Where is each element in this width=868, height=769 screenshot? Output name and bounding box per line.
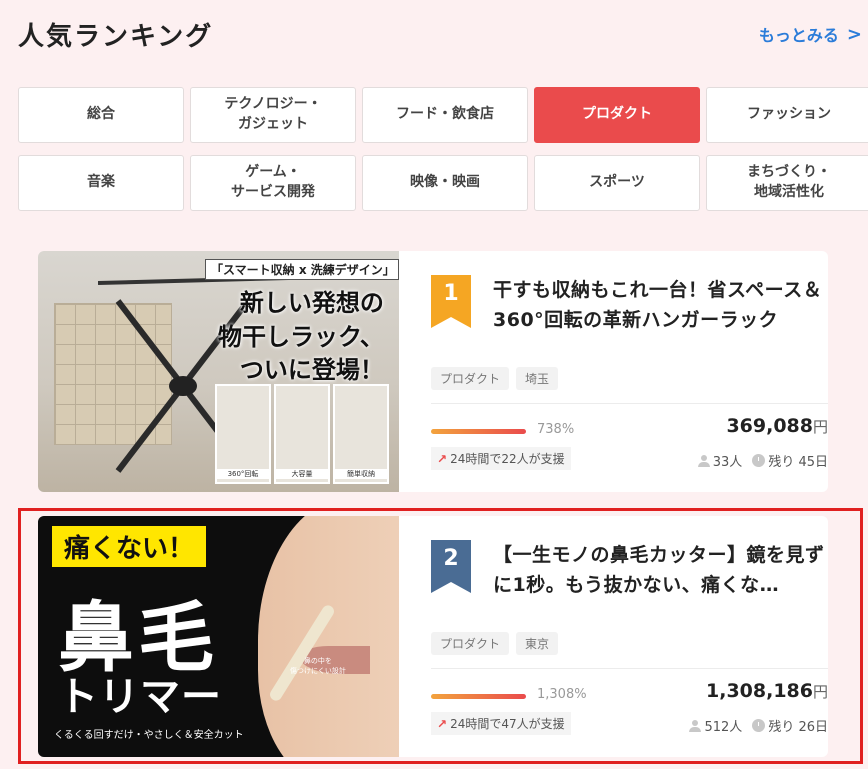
rank-badge: 2 xyxy=(431,540,471,593)
clock-icon xyxy=(752,719,766,732)
ranking-header: 人気ランキング もっとみる > xyxy=(0,0,868,64)
person-icon xyxy=(689,719,702,732)
project-thumbnail[interactable]: 痛くない！ 鼻毛 トリマー 鼻の中を 傷つけにくい設計 くるくる回すだけ・やさし… xyxy=(38,516,399,757)
support-badge: ↗ 24時間で47人が支援 xyxy=(431,712,571,735)
tab-video-film[interactable]: 映像・映画 xyxy=(362,155,528,211)
funding-amount: 1,308,186円 xyxy=(706,680,828,702)
project-tags: プロダクト 東京 xyxy=(431,632,559,655)
project-info: 2 【一生モノの鼻毛カッター】鏡を見ずに1秒。もう抜かない、痛くな… プロダクト… xyxy=(431,516,828,757)
funding-amount: 369,088円 xyxy=(726,415,828,437)
thumbnail-headline: 新しい発想の 物干しラック、 ついに登場！ xyxy=(218,289,384,385)
see-more-label: もっとみる xyxy=(758,26,839,45)
project-card[interactable]: 痛くない！ 鼻毛 トリマー 鼻の中を 傷つけにくい設計 くるくる回すだけ・やさし… xyxy=(38,516,828,757)
see-more-link[interactable]: もっとみる > xyxy=(759,22,862,46)
thumbnail-note: 鼻の中を 傷つけにくい設計 xyxy=(290,657,346,675)
support-badge: ↗ 24時間で22人が支援 xyxy=(431,447,571,470)
thumbnail-feature: 360°回転 xyxy=(215,384,271,484)
trending-up-icon: ↗ xyxy=(437,716,448,731)
rank-number: 2 xyxy=(443,546,459,571)
project-title[interactable]: 干すも収納もこれ一台！省スペース＆360°回転の革新ハンガーラック xyxy=(493,275,828,336)
thumbnail-tagline: 痛くない！ xyxy=(52,526,207,567)
tab-game-service[interactable]: ゲーム・ サービス開発 xyxy=(190,155,356,211)
progress-bar xyxy=(431,694,526,699)
tab-product[interactable]: プロダクト xyxy=(534,87,700,143)
page-title: 人気ランキング xyxy=(18,22,214,52)
project-stats: 512人 残り 26日 xyxy=(689,716,828,735)
thumbnail-tagline: 「スマート収納 x 洗練デザイン」 xyxy=(205,259,399,280)
project-stats: 33人 残り 45日 xyxy=(697,451,828,470)
tag-region[interactable]: 東京 xyxy=(516,632,559,655)
project-title[interactable]: 【一生モノの鼻毛カッター】鏡を見ずに1秒。もう抜かない、痛くな… xyxy=(493,540,828,601)
tab-technology-gadget[interactable]: テクノロジー・ ガジェット xyxy=(190,87,356,143)
project-thumbnail[interactable]: 「スマート収納 x 洗練デザイン」 新しい発想の 物干しラック、 ついに登場！ … xyxy=(38,251,399,492)
tab-fashion[interactable]: ファッション xyxy=(706,87,868,143)
progress-percent: 738% xyxy=(537,422,575,437)
tag-category[interactable]: プロダクト xyxy=(431,367,510,390)
thumbnail-feature: 大容量 xyxy=(274,384,330,484)
face-illustration xyxy=(258,516,399,757)
days-remaining: 残り 26日 xyxy=(768,720,828,735)
tab-food-restaurant[interactable]: フード・飲食店 xyxy=(362,87,528,143)
backer-count: 512人 xyxy=(704,720,743,735)
thumbnail-feature: 簡単収納 xyxy=(333,384,389,484)
backer-count: 33人 xyxy=(712,455,743,470)
tab-music[interactable]: 音楽 xyxy=(18,155,184,211)
tag-region[interactable]: 埼玉 xyxy=(516,367,559,390)
clock-icon xyxy=(752,454,766,467)
divider xyxy=(431,403,828,404)
trending-up-icon: ↗ xyxy=(437,451,448,466)
thumbnail-subheadline: トリマー xyxy=(58,674,222,720)
thumbnail-footer: くるくる回すだけ・やさしく＆安全カット xyxy=(54,730,244,741)
chevron-right-icon: > xyxy=(846,23,862,45)
person-icon xyxy=(697,454,710,467)
days-remaining: 残り 45日 xyxy=(768,455,828,470)
rank-badge: 1 xyxy=(431,275,471,328)
divider xyxy=(431,668,828,669)
progress-bar xyxy=(431,429,526,434)
tab-community[interactable]: まちづくり・ 地域活性化 xyxy=(706,155,868,211)
progress-percent: 1,308% xyxy=(537,687,587,702)
project-info: 1 干すも収納もこれ一台！省スペース＆360°回転の革新ハンガーラック プロダク… xyxy=(431,251,828,492)
tag-category[interactable]: プロダクト xyxy=(431,632,510,655)
project-card[interactable]: 「スマート収納 x 洗練デザイン」 新しい発想の 物干しラック、 ついに登場！ … xyxy=(38,251,828,492)
tab-sports[interactable]: スポーツ xyxy=(534,155,700,211)
tab-overall[interactable]: 総合 xyxy=(18,87,184,143)
rank-number: 1 xyxy=(443,281,459,306)
project-tags: プロダクト 埼玉 xyxy=(431,367,559,390)
